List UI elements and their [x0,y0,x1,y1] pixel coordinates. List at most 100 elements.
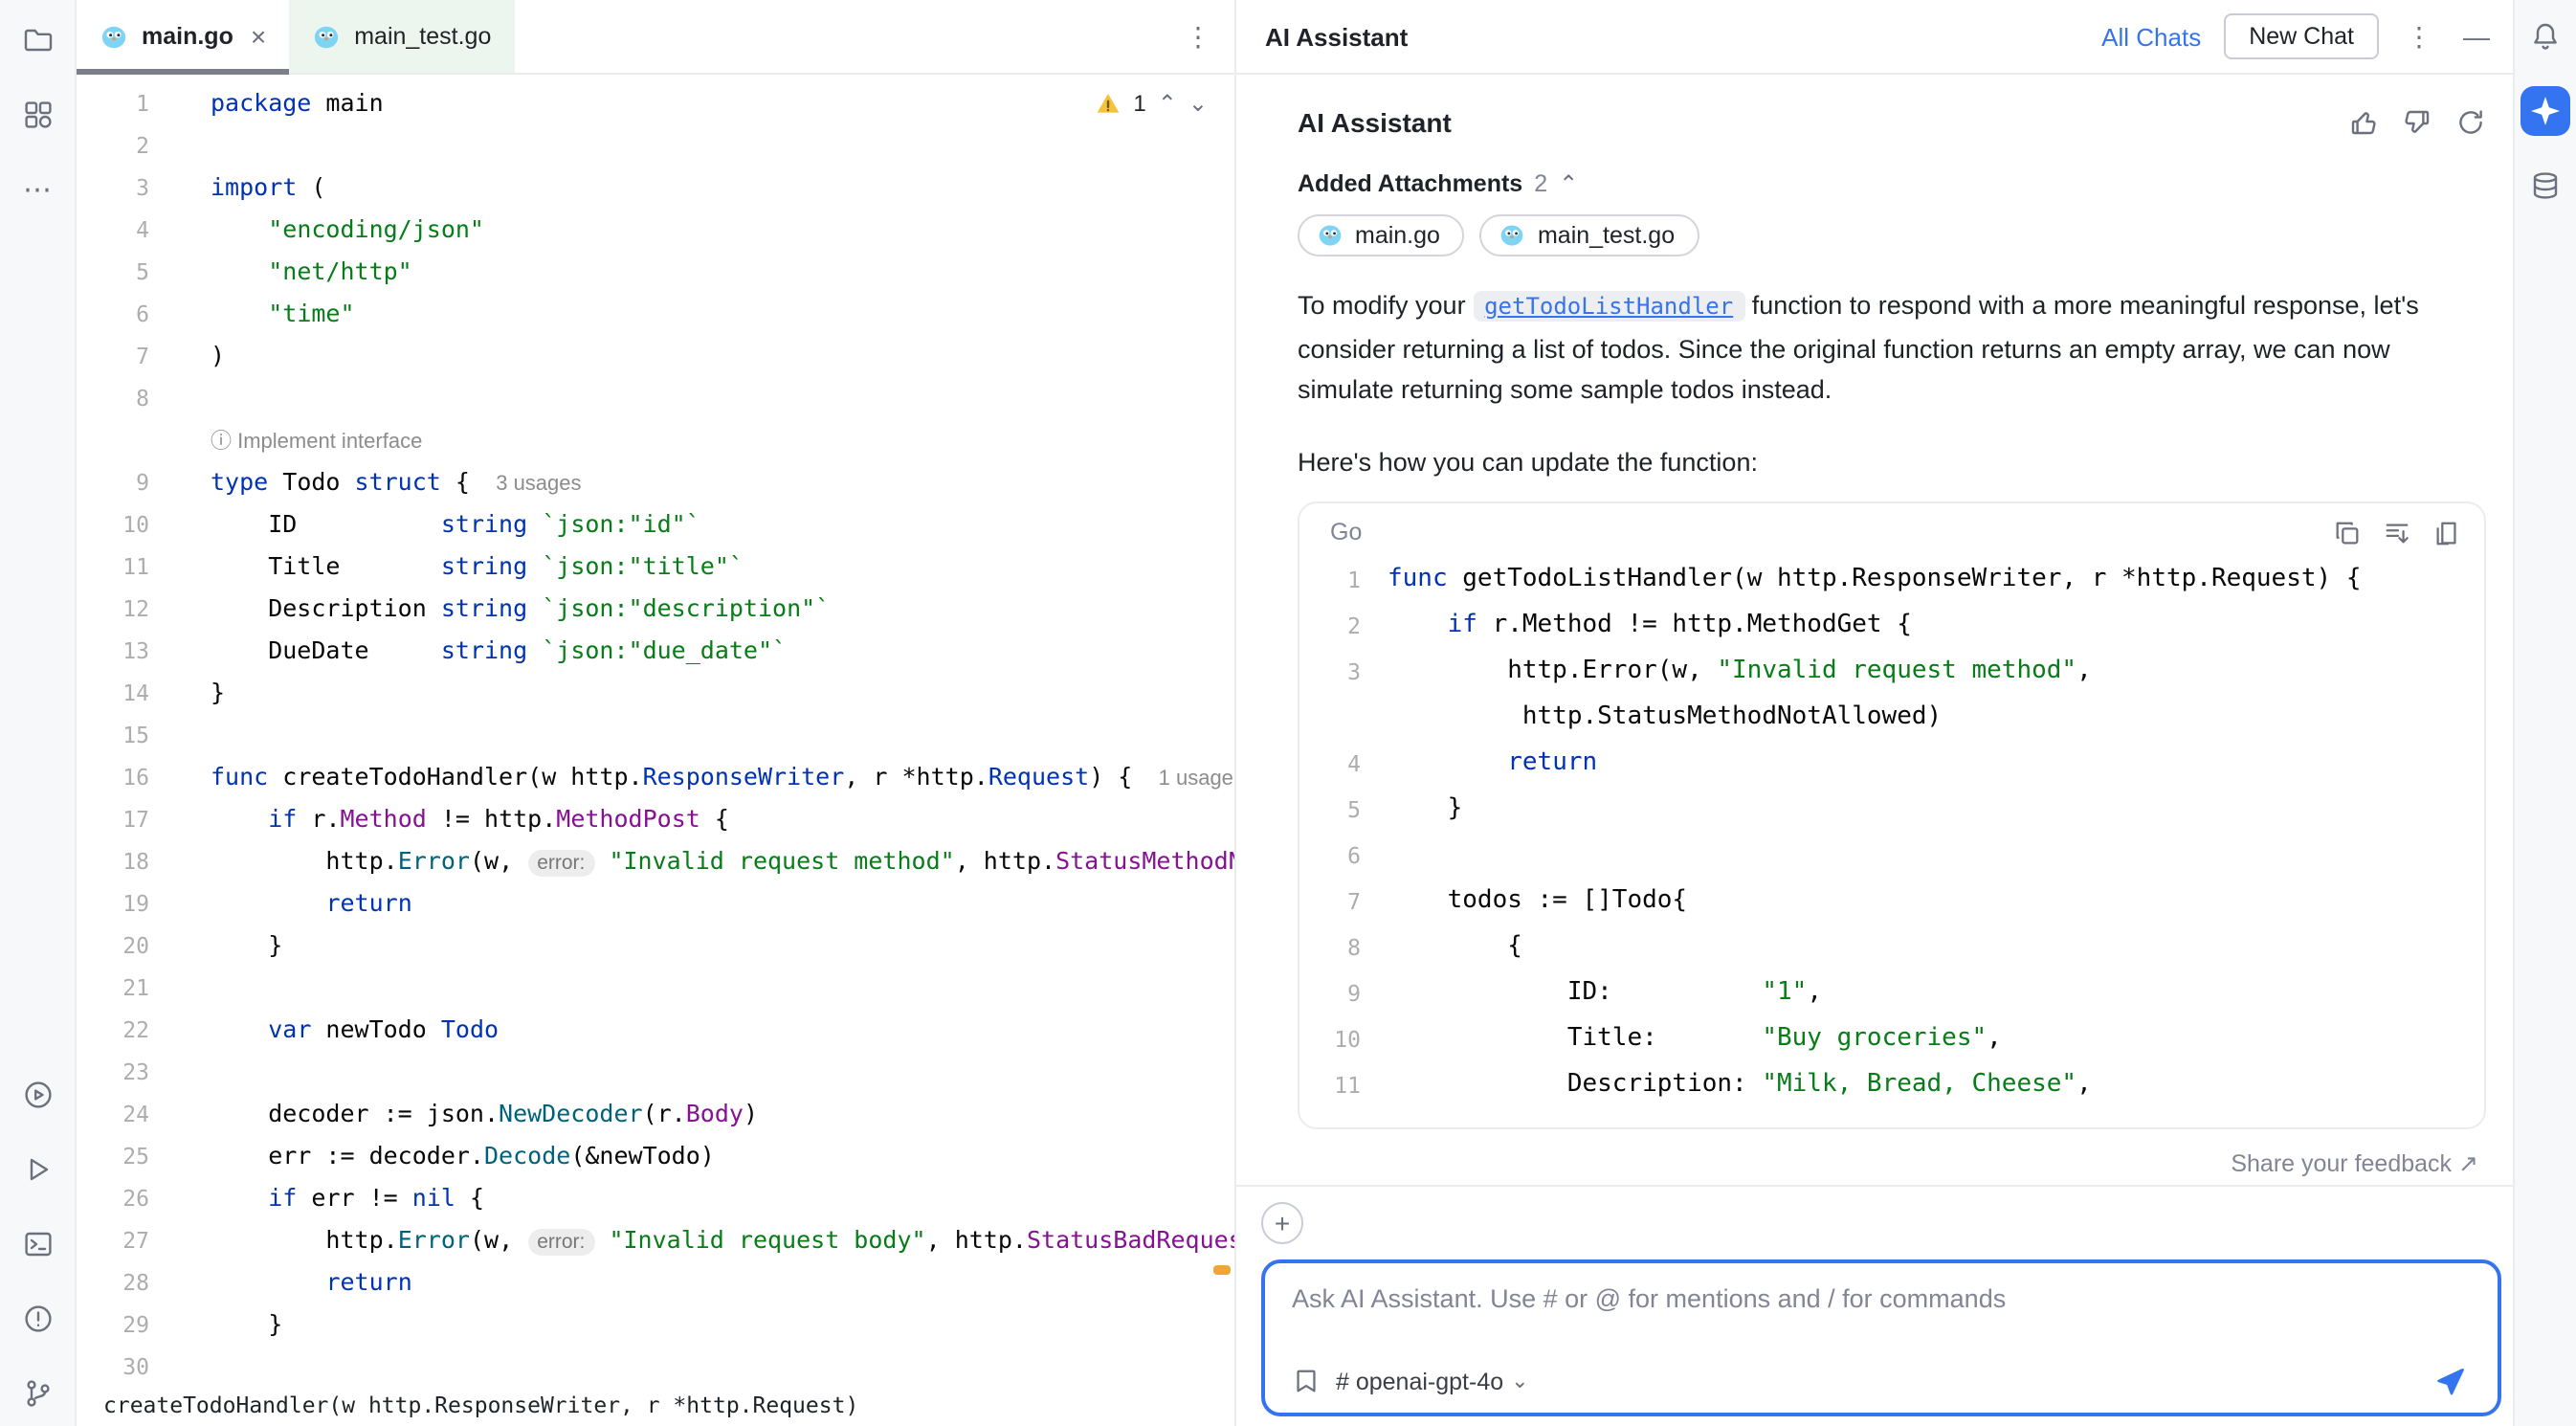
code-snippet-header: Go [1299,502,2484,550]
attachments-toggle[interactable]: Added Attachments 2 ⌃ [1298,170,2486,197]
inline-code-link[interactable]: getTodoListHandler [1473,291,1744,322]
all-chats-link[interactable]: All Chats [2101,22,2201,51]
more-tool-windows-icon[interactable]: ⋯ [12,165,62,214]
code-line: 10 Title: "Buy groceries", [1299,1015,2484,1061]
line-number: 18 [77,840,188,882]
code-line: 14} [77,672,1234,714]
chat-input-box[interactable]: Ask AI Assistant. Use # or @ for mention… [1261,1259,2501,1416]
code-text: Title string `json:"title"` [188,546,744,588]
line-number: 1 [77,82,188,124]
structure-icon[interactable] [12,90,62,140]
code-snippet-block: Go 1func getTodoListHandler [1298,501,2486,1128]
error-stripe-warning-mark[interactable] [1213,1265,1231,1275]
chat-input-area: + Ask AI Assistant. Use # or @ for menti… [1236,1185,2513,1426]
code-text: ⓘ Implement interface [188,419,422,461]
code-text: http.Error(w, error: "Invalid request bo… [188,1219,1234,1261]
code-line: 18 http.Error(w, error: "Invalid request… [77,840,1234,882]
code-text: func createTodoHandler(w http.ResponseWr… [188,756,1233,798]
code-line: 9 ID: "1", [1299,969,2484,1015]
add-context-button[interactable]: + [1261,1202,1303,1244]
code-text: ID: "1", [1361,969,1822,1015]
assistant-code[interactable]: 1func getTodoListHandler(w http.Response… [1299,550,2484,1126]
panel-options-kebab-icon[interactable]: ⋮ [2402,20,2436,53]
code-text: decoder := json.NewDecoder(r.Body) [188,1093,758,1135]
line-number: 11 [1299,1061,1361,1107]
next-problem-icon[interactable]: ⌄ [1188,94,1208,113]
prev-problem-icon[interactable]: ⌃ [1158,94,1177,113]
code-line: 26 if err != nil { [77,1177,1234,1219]
attachment-chip[interactable]: main_test.go [1480,214,1699,256]
create-file-from-snippet-icon[interactable] [2432,518,2461,546]
git-branch-icon[interactable] [12,1369,62,1418]
code-line: 11 Title string `json:"title"` [77,546,1234,588]
tab-label: main.go [142,23,233,50]
tab-options-kebab-icon[interactable]: ⋮ [1162,0,1234,73]
code-text: Description string `json:"description"` [188,588,830,630]
close-icon[interactable]: × [251,21,266,52]
code-text: return [188,882,412,925]
code-text [188,714,211,756]
ai-assistant-tool-icon[interactable] [2520,86,2570,136]
code-line: 2 [77,124,1234,167]
terminal-icon[interactable] [12,1219,62,1269]
run-icon[interactable] [12,1145,62,1194]
share-feedback-link[interactable]: Share your feedback ↗ [2231,1149,2478,1176]
insert-at-caret-icon[interactable] [2383,518,2411,546]
send-icon[interactable] [2434,1365,2475,1397]
code-line: 24 decoder := json.NewDecoder(r.Body) [77,1093,1234,1135]
inspections-widget[interactable]: 1 ⌃ ⌄ [1087,86,1215,121]
line-number: 6 [77,293,188,335]
regenerate-icon[interactable] [2455,107,2486,138]
minimize-icon[interactable]: — [2459,21,2494,52]
line-number: 28 [77,1261,188,1303]
copy-icon[interactable] [2333,518,2362,546]
activity-bar-bottom [12,1070,62,1418]
model-label: # openai-gpt-4o [1336,1368,1503,1394]
activity-bar-top: ⋯ [12,15,62,214]
tab-main-go[interactable]: main.go × [77,0,289,73]
go-file-icon [312,22,341,51]
project-icon[interactable] [12,15,62,65]
line-number: 7 [1299,878,1361,924]
model-selector[interactable]: # openai-gpt-4o ⌄ [1336,1368,1529,1394]
thumbs-down-icon[interactable] [2402,107,2432,138]
line-number: 5 [1299,786,1361,832]
share-feedback-label: Share your feedback [2231,1149,2452,1176]
code-line: http.StatusMethodNotAllowed) [1299,694,2484,740]
problems-icon[interactable] [12,1294,62,1344]
chat-content[interactable]: AI Assistant Added Attachments 2 [1236,75,2513,1185]
breadcrumb[interactable]: createTodoHandler(w http.ResponseWriter,… [77,1384,1234,1426]
collapse-chevron-icon: ⌃ [1559,170,1578,197]
editor-viewport[interactable]: 1package main23import (4 "encoding/json"… [77,75,1234,1384]
services-icon[interactable] [12,1070,62,1120]
prompt-library-icon[interactable] [1292,1367,1321,1395]
line-number: 17 [77,798,188,840]
code-text [188,1051,211,1093]
code-line: 3import ( [77,167,1234,209]
line-number: 27 [77,1219,188,1261]
code-text: package main [188,82,384,124]
right-tool-strip [2513,0,2576,1426]
code-text: if err != nil { [188,1177,484,1219]
notifications-bell-icon[interactable] [2520,11,2570,61]
code-line: 3 http.Error(w, "Invalid request method"… [1299,648,2484,694]
external-link-icon: ↗ [2458,1149,2478,1176]
line-number: 19 [77,882,188,925]
line-number: 4 [77,209,188,251]
attachment-chip[interactable]: main.go [1298,214,1465,256]
code-text: return [188,1261,412,1303]
database-icon[interactable] [2520,161,2570,211]
line-number: 14 [77,672,188,714]
code-line: 7) [77,335,1234,377]
code-line: 12 Description string `json:"description… [77,588,1234,630]
new-chat-button[interactable]: New Chat [2224,13,2379,59]
code-text [188,124,211,167]
thumbs-up-icon[interactable] [2348,107,2379,138]
code-text: "net/http" [188,251,412,293]
line-number: 25 [77,1135,188,1177]
code-text: todos := []Todo{ [1361,878,1687,924]
code-line: 1func getTodoListHandler(w http.Response… [1299,556,2484,602]
tab-main-test-go[interactable]: main_test.go [289,0,514,73]
attachment-name: main_test.go [1538,222,1675,249]
line-number: 15 [77,714,188,756]
